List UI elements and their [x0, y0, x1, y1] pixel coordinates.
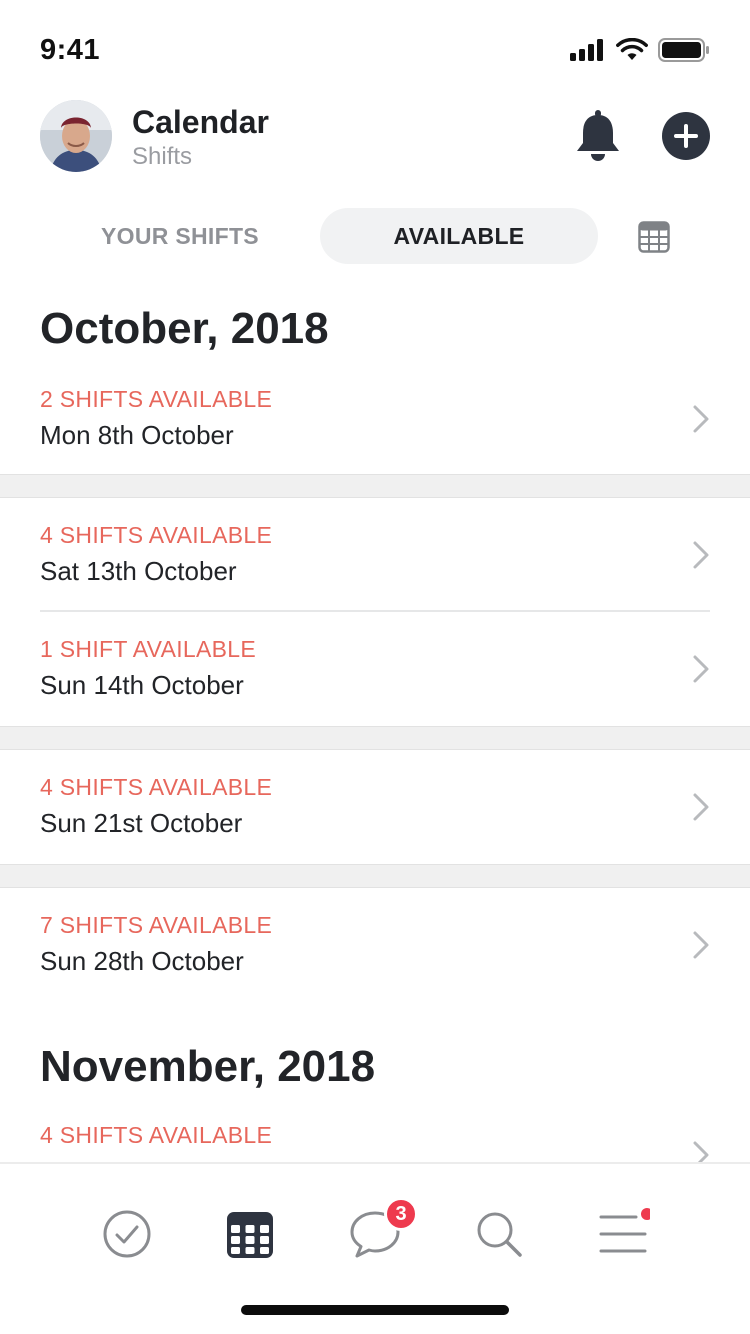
shift-count: 1 SHIFT AVAILABLE: [40, 636, 257, 662]
section-divider: [0, 864, 750, 888]
unread-badge: 3: [384, 1197, 418, 1231]
home-indicator: [241, 1305, 509, 1315]
page-subtitle: Shifts: [132, 143, 193, 170]
list-item[interactable]: 2 SHIFTS AVAILABLE Mon 8th October: [0, 362, 750, 476]
notification-dot: [641, 1208, 650, 1220]
shift-date: Sat 13th October: [40, 556, 237, 586]
header: Calendar Shifts: [0, 98, 750, 174]
shift-date: Mon 8th October: [40, 420, 234, 450]
tab-available[interactable]: AVAILABLE: [320, 208, 598, 264]
cellular-signal-icon: [570, 39, 603, 61]
tab-your-shifts[interactable]: YOUR SHIFTS: [40, 208, 320, 264]
status-time: 9:41: [40, 34, 101, 66]
shift-count: 4 SHIFTS AVAILABLE: [40, 774, 273, 800]
shift-count: 2 SHIFTS AVAILABLE: [40, 386, 273, 412]
chevron-right-icon: [693, 655, 709, 683]
shift-date: Sun 21st October: [40, 808, 243, 838]
month-heading: October, 2018: [40, 304, 329, 353]
avatar-image: [40, 100, 112, 172]
check-circle-icon[interactable]: [101, 1208, 153, 1260]
list-item[interactable]: 7 SHIFTS AVAILABLE Sun 28th October: [0, 888, 750, 1002]
page-title: Calendar: [132, 104, 269, 140]
shift-date: Sun 14th October: [40, 670, 244, 700]
status-bar: 9:41: [0, 0, 750, 88]
shift-date: Sun 28th October: [40, 946, 244, 976]
chevron-right-icon: [693, 541, 709, 569]
shift-count: 4 SHIFTS AVAILABLE: [40, 522, 273, 548]
status-icons: [570, 38, 710, 62]
wifi-icon: [616, 38, 648, 60]
list-item[interactable]: 4 SHIFTS AVAILABLE Sun 21st October: [0, 750, 750, 864]
segmented-tabs: YOUR SHIFTS AVAILABLE: [0, 208, 750, 264]
list-item[interactable]: 4 SHIFTS AVAILABLE Sat 13th October: [0, 498, 750, 612]
search-icon[interactable]: [473, 1208, 525, 1260]
shift-count: 7 SHIFTS AVAILABLE: [40, 912, 273, 938]
section-divider: [0, 474, 750, 498]
chevron-right-icon: [693, 793, 709, 821]
bell-icon[interactable]: [574, 110, 622, 162]
month-heading: November, 2018: [40, 1042, 376, 1091]
menu-icon[interactable]: [598, 1208, 650, 1260]
chevron-right-icon: [693, 931, 709, 959]
battery-icon: [658, 38, 709, 62]
list-item[interactable]: 1 SHIFT AVAILABLE Sun 14th October: [0, 612, 750, 726]
plus-circle-icon[interactable]: [662, 112, 710, 160]
chevron-right-icon: [693, 405, 709, 433]
calendar-grid-icon[interactable]: [638, 221, 670, 253]
calendar-icon[interactable]: [224, 1208, 276, 1260]
section-divider: [0, 726, 750, 750]
shift-count: 4 SHIFTS AVAILABLE: [40, 1122, 273, 1148]
avatar[interactable]: [40, 100, 112, 172]
